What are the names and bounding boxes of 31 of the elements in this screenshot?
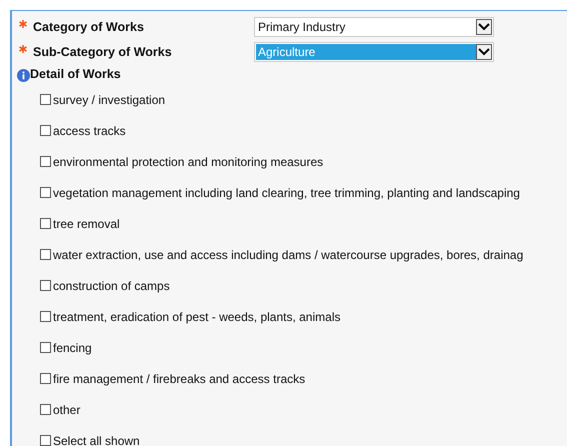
checkbox[interactable] — [40, 218, 51, 229]
field-label: Category of Works — [33, 20, 144, 34]
chevron-down-icon[interactable] — [476, 44, 492, 60]
checkbox-label: fencing — [53, 340, 92, 354]
checkbox[interactable] — [40, 94, 51, 105]
checkbox[interactable] — [40, 404, 51, 415]
checkbox-label: construction of camps — [53, 278, 170, 292]
checkbox-label: fire management / firebreaks and access tracks — [53, 372, 306, 386]
section-label: Detail of Works — [30, 67, 121, 81]
checkbox-label: Select all shown — [53, 434, 140, 446]
checkbox-label: vegetation management including land clearing, tree trimming, planting and landscaping — [53, 186, 520, 200]
checkbox-label: access tracks — [53, 124, 126, 138]
checkbox[interactable] — [40, 187, 51, 198]
checkbox[interactable] — [40, 156, 51, 167]
checkbox-label: survey / investigation — [53, 92, 166, 106]
checkbox[interactable] — [40, 342, 51, 353]
checkbox[interactable] — [40, 311, 51, 322]
info-icon — [17, 69, 30, 82]
checkbox[interactable] — [40, 373, 51, 384]
checkbox[interactable] — [40, 280, 51, 291]
checkbox[interactable] — [40, 435, 51, 446]
checkbox-label: treatment, eradication of pest - weeds, plants, animals — [53, 310, 340, 324]
checkbox-label: tree removal — [53, 216, 120, 230]
checkbox-label: environmental protection and monitoring measures — [53, 154, 324, 168]
dropdown[interactable]: Primary Industry — [254, 16, 494, 36]
chevron-down-icon[interactable] — [476, 18, 492, 34]
checkbox-label: other — [53, 402, 80, 416]
checkbox[interactable] — [40, 249, 51, 260]
checkbox-label: water extraction, use and access including dams / watercourse upgrades, bores, drainag — [53, 248, 524, 262]
checkbox[interactable] — [40, 125, 51, 136]
field-label: Sub-Category of Works — [33, 44, 172, 58]
